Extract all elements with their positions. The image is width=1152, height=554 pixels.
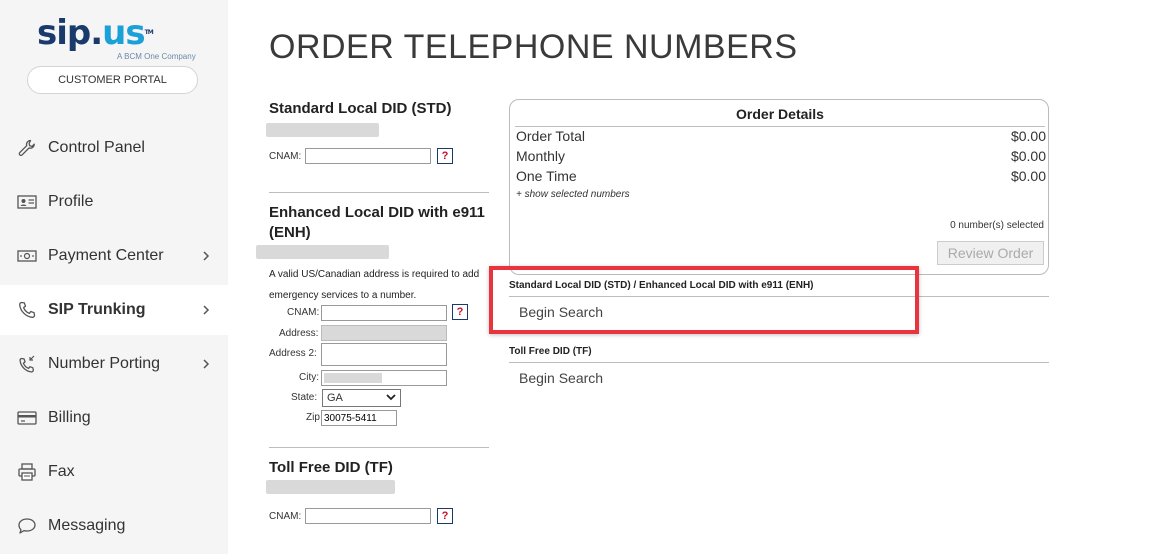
id-card-icon [16, 191, 38, 213]
enh-cnam-input[interactable] [321, 305, 447, 321]
nav-label: Payment Center [48, 247, 164, 264]
enh-address-label: Address: [279, 328, 319, 339]
logo-wordmark: sip.usTM [37, 16, 187, 50]
local-begin-search-link[interactable]: Begin Search [519, 304, 603, 320]
enh-address-input-redacted[interactable] [321, 325, 447, 341]
tf-cnam-input[interactable] [305, 508, 431, 524]
chevron-right-icon [200, 358, 212, 370]
chevron-down-icon [386, 392, 396, 404]
nav-label: Profile [48, 193, 94, 210]
nav-item-profile[interactable]: Profile [0, 177, 228, 227]
tf-begin-search-link[interactable]: Begin Search [519, 370, 603, 386]
divider [269, 192, 489, 193]
sipus-logo[interactable]: sip.usTM A BCM One Company [37, 16, 196, 66]
enh-address-note: A valid US/Canadian address is required … [269, 269, 480, 301]
enh-state-value: GA [327, 392, 343, 404]
enh-address2-input[interactable] [321, 343, 447, 366]
nav-item-fax[interactable]: Fax [0, 447, 228, 497]
enh-city-input[interactable] [321, 370, 447, 386]
order-row-total: Order Total $0.00 [516, 128, 1046, 144]
enh-state-label: State: [291, 392, 318, 403]
enh-city-label: City: [299, 372, 319, 383]
nav-item-control-panel[interactable]: Control Panel [0, 123, 228, 173]
wrench-icon [16, 137, 38, 159]
tf-cnam-label: CNAM: [269, 511, 302, 522]
logo-trademark: TM [144, 29, 154, 36]
chevron-right-icon [200, 250, 212, 262]
enh-city-redacted [324, 373, 382, 383]
printer-icon [16, 461, 38, 483]
credit-card-icon [16, 407, 38, 429]
nav-item-sip-trunking[interactable]: SIP Trunking [0, 285, 228, 335]
chat-bubble-icon [16, 515, 38, 537]
enh-zip-label: Zip [306, 412, 320, 423]
order-details-panel: Order Details Order Total $0.00 Monthly … [509, 99, 1049, 275]
std-redacted-number [266, 123, 379, 137]
order-row-label: Monthly [516, 148, 566, 164]
logo-tagline: A BCM One Company [117, 52, 196, 61]
enh-title-line1: Enhanced Local DID with e911 [269, 204, 485, 221]
show-selected-numbers-link[interactable]: + show selected numbers [516, 189, 630, 200]
order-row-one-time: One Time $0.00 [516, 168, 1046, 184]
logo-dot-text: . [90, 13, 103, 53]
nav-item-messaging[interactable]: Messaging [0, 501, 228, 551]
enh-address2-label: Address 2: [269, 348, 317, 359]
divider [509, 362, 1049, 363]
phone-transfer-icon [16, 353, 38, 375]
chevron-right-icon [200, 304, 212, 316]
sidebar: sip.usTM A BCM One Company CUSTOMER PORT… [0, 0, 228, 554]
divider [515, 126, 1045, 127]
page-title: ORDER TELEPHONE NUMBERS [269, 28, 798, 66]
order-row-monthly: Monthly $0.00 [516, 148, 1046, 164]
nav-item-payment-center[interactable]: Payment Center [0, 231, 228, 281]
std-cnam-label: CNAM: [269, 151, 302, 162]
nav-label: Number Porting [48, 355, 161, 372]
phone-icon [16, 299, 38, 321]
nav-item-number-porting[interactable]: Number Porting [0, 339, 228, 389]
tf-cnam-help-button[interactable]: ? [437, 508, 453, 524]
local-search-title: Standard Local DID (STD) / Enhanced Loca… [509, 280, 814, 291]
order-row-label: One Time [516, 168, 577, 184]
enh-title-line2: (ENH) [269, 224, 311, 241]
std-cnam-input[interactable] [305, 148, 431, 164]
highlight-box [489, 266, 919, 334]
divider [269, 447, 489, 448]
logo-sip-text: sip [37, 13, 91, 53]
order-details-heading: Order Details [736, 106, 824, 122]
nav-label: SIP Trunking [48, 301, 146, 318]
nav-label: Billing [48, 409, 91, 426]
enh-section-title: Enhanced Local DID with e911 (ENH) [269, 203, 485, 243]
std-section-title: Standard Local DID (STD) [269, 100, 452, 117]
nav-label: Fax [48, 463, 75, 480]
enh-cnam-label: CNAM: [287, 307, 320, 318]
order-row-label: Order Total [516, 128, 585, 144]
tf-section-title: Toll Free DID (TF) [269, 459, 393, 476]
payment-icon [16, 245, 38, 267]
enh-zip-input[interactable] [321, 410, 397, 426]
order-row-value: $0.00 [1010, 168, 1046, 184]
tf-redacted-number [266, 480, 395, 494]
enh-state-select[interactable]: GA [322, 389, 401, 407]
enh-cnam-help-button[interactable]: ? [452, 304, 468, 320]
enh-redacted-number [256, 245, 389, 259]
order-row-value: $0.00 [1010, 128, 1046, 144]
customer-portal-button[interactable]: CUSTOMER PORTAL [27, 66, 198, 94]
nav-item-billing[interactable]: Billing [0, 393, 228, 443]
tf-search-title: Toll Free DID (TF) [509, 346, 592, 357]
logo-us-text: us [102, 13, 145, 53]
nav-label: Control Panel [48, 139, 145, 156]
std-cnam-help-button[interactable]: ? [437, 148, 453, 164]
review-order-button[interactable]: Review Order [937, 241, 1044, 265]
divider [509, 296, 1049, 297]
order-row-value: $0.00 [1010, 148, 1046, 164]
nav-label: Messaging [48, 517, 126, 534]
selected-count: 0 number(s) selected [950, 220, 1044, 231]
